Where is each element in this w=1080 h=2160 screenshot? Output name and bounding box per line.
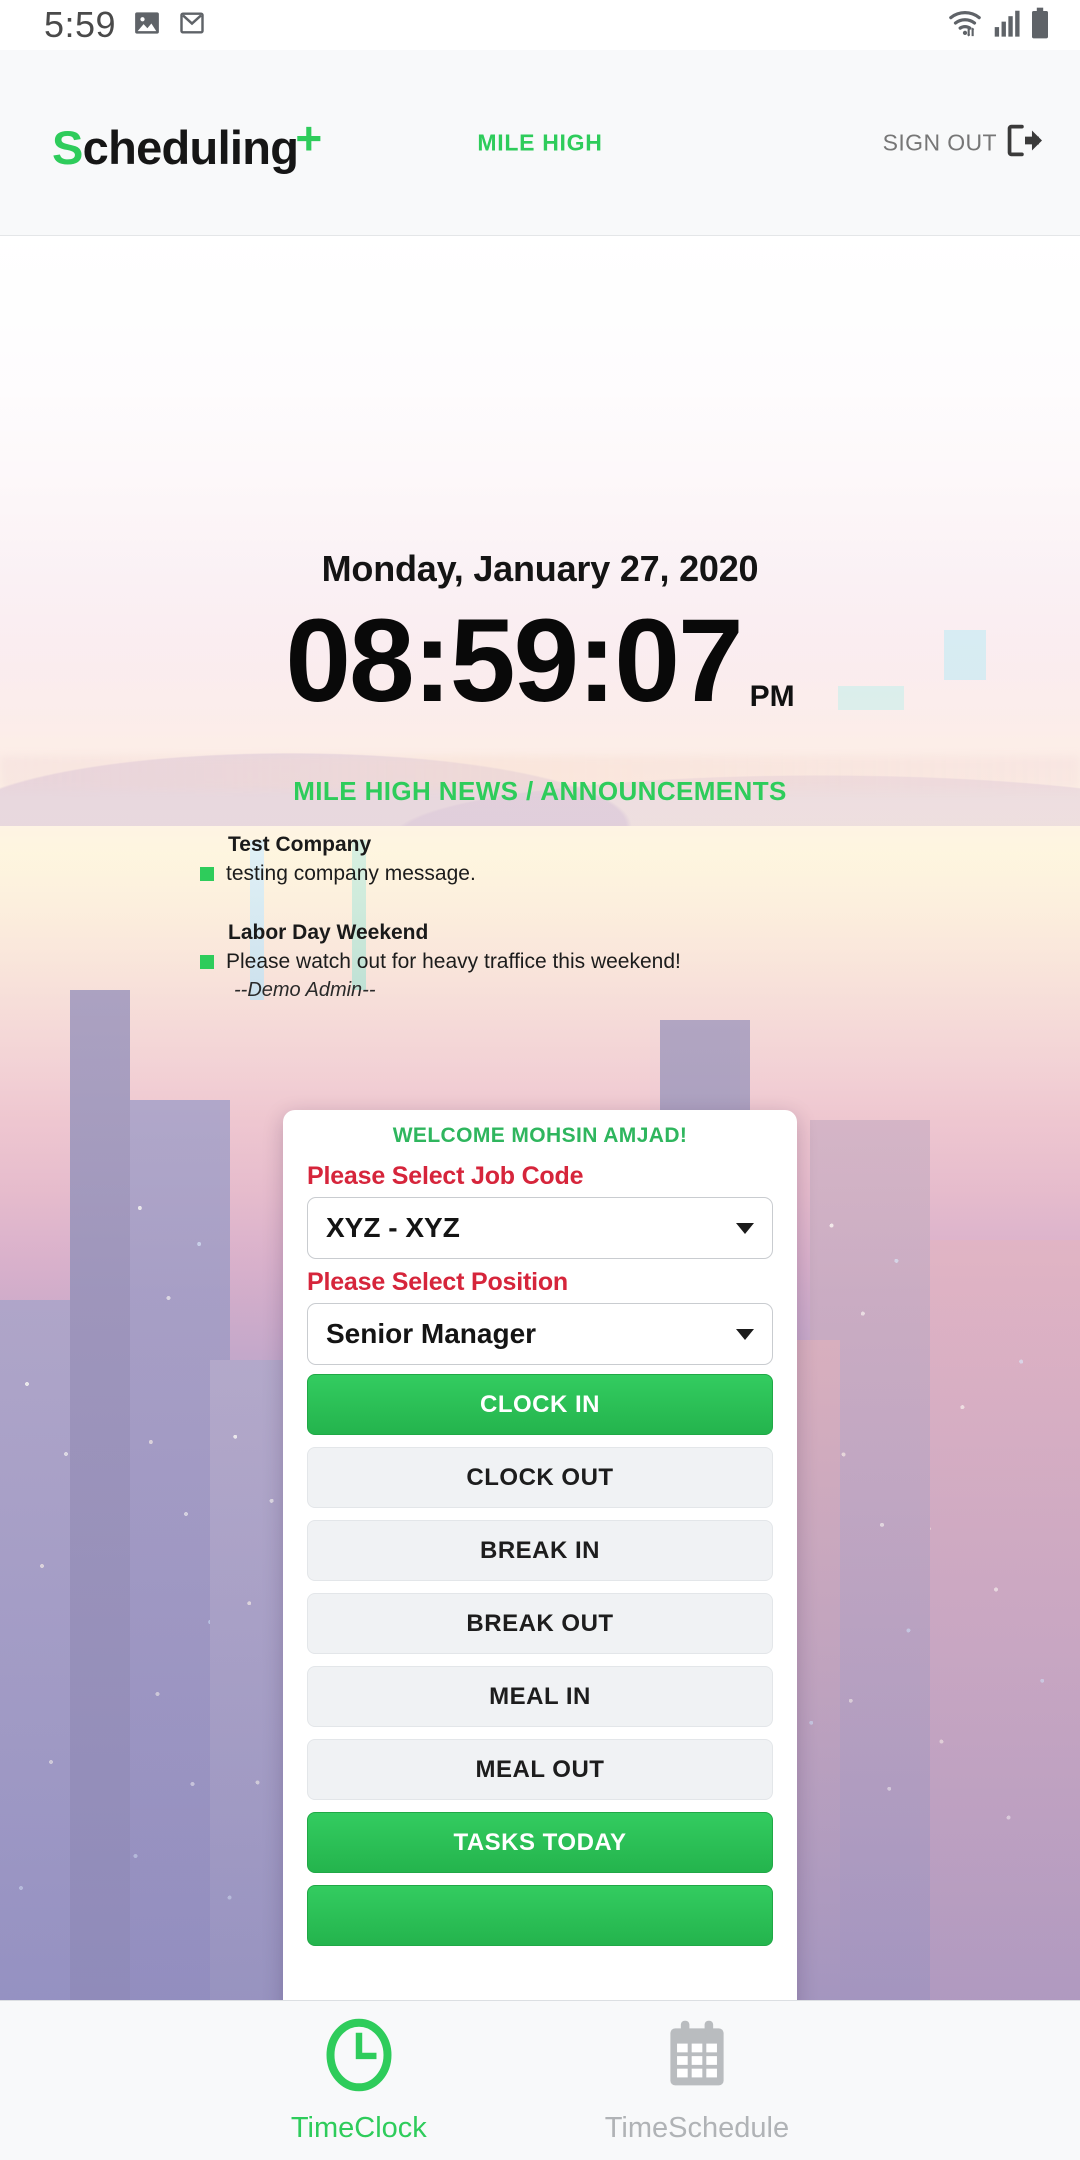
status-bar: 5:59 (0, 0, 1080, 50)
nav-item-timeclock[interactable]: TimeClock (291, 2017, 427, 2145)
news-item-body: testing company message. (226, 862, 476, 885)
news-list: Test Company testing company message. La… (0, 833, 1080, 1002)
news-section-title: MILE HIGH NEWS / ANNOUNCEMENTS (293, 776, 787, 806)
position-label: Please Select Position (307, 1268, 568, 1296)
status-bar-clock: 5:59 (44, 4, 117, 45)
bottom-navigation-bar: TimeClock TimeSchedule (0, 2000, 1080, 2160)
wifi-icon (946, 6, 984, 45)
gmail-icon (178, 9, 206, 42)
sign-out-button[interactable]: SIGN OUT (883, 123, 1044, 162)
status-bar-right (946, 6, 1050, 45)
clock-icon (321, 2017, 397, 2098)
nav-label-timeschedule: TimeSchedule (604, 2111, 790, 2144)
news-item-body-row: testing company message. (200, 861, 1080, 887)
news-section: MILE HIGH NEWS / ANNOUNCEMENTS Test Comp… (0, 236, 1080, 1036)
news-item: Test Company testing company message. (200, 833, 1080, 887)
news-item: Labor Day Weekend Please watch out for h… (200, 921, 1080, 1001)
clipped-button[interactable] (307, 1885, 773, 1946)
chevron-down-icon (736, 1222, 754, 1234)
job-code-label: Please Select Job Code (307, 1162, 584, 1190)
job-code-select[interactable]: XYZ - XYZ (307, 1197, 773, 1259)
meal-in-button[interactable]: MEAL IN (307, 1666, 773, 1727)
news-item-body: Please watch out for heavy traffice this… (226, 950, 681, 974)
break-out-button[interactable]: BREAK OUT (307, 1593, 773, 1654)
news-item-heading: Test Company (228, 833, 372, 856)
nav-item-timeschedule[interactable]: TimeSchedule (605, 2017, 789, 2145)
break-in-button[interactable]: BREAK IN (307, 1520, 773, 1581)
clock-in-button[interactable]: CLOCK IN (307, 1374, 773, 1435)
photos-icon (132, 8, 162, 43)
sign-out-icon (1006, 123, 1044, 162)
status-bar-left: 5:59 (44, 4, 206, 46)
calendar-icon (659, 2017, 735, 2098)
news-item-signature: --Demo Admin-- (234, 978, 376, 1001)
bullet-square-icon (200, 867, 214, 881)
app-header: Scheduling+ MILE HIGH SIGN OUT (0, 50, 1080, 236)
position-value: Senior Manager (326, 1318, 537, 1349)
news-item-body-row: Please watch out for heavy traffice this… (200, 949, 1080, 1001)
cellular-signal-icon (993, 8, 1021, 43)
chevron-down-icon (736, 1328, 754, 1340)
battery-icon (1030, 7, 1050, 44)
position-select[interactable]: Senior Manager (307, 1303, 773, 1365)
news-item-heading: Labor Day Weekend (228, 921, 429, 945)
nav-label-timeclock: TimeClock (290, 2111, 427, 2144)
sign-out-label: SIGN OUT (882, 129, 997, 155)
job-code-value: XYZ - XYZ (326, 1212, 460, 1243)
meal-out-button[interactable]: MEAL OUT (307, 1739, 773, 1800)
bullet-square-icon (200, 955, 214, 970)
clock-out-button[interactable]: CLOCK OUT (307, 1447, 773, 1508)
welcome-message: WELCOME MOHSIN AMJAD! (392, 1124, 688, 1147)
tasks-today-button[interactable]: TASKS TODAY (307, 1812, 773, 1873)
